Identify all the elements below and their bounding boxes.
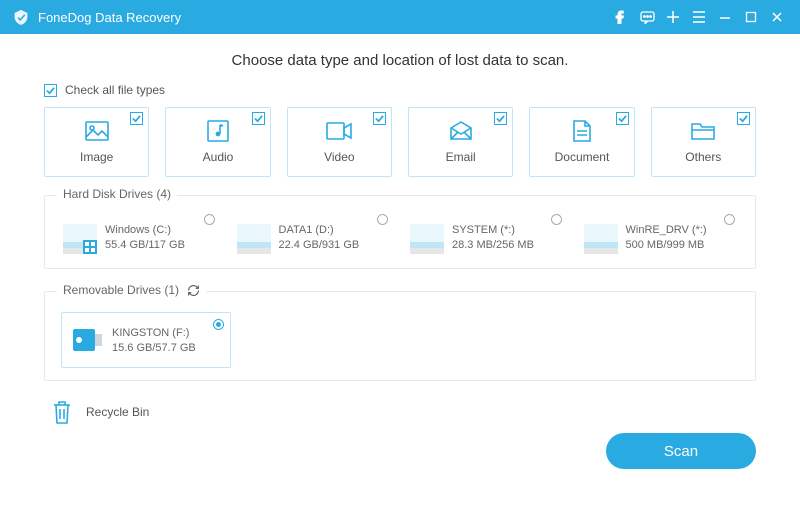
drive-name: DATA1 (D:)	[279, 224, 360, 236]
filetype-label: Email	[446, 150, 476, 164]
feedback-icon[interactable]	[634, 0, 660, 34]
recycle-bin-icon	[48, 397, 76, 427]
filetype-others[interactable]: Others	[651, 107, 756, 177]
drive-name: KINGSTON (F:)	[112, 327, 196, 339]
image-icon	[84, 120, 110, 142]
radio-icon[interactable]	[204, 214, 215, 225]
filetype-label: Audio	[203, 150, 234, 164]
drive-size: 28.3 MB/256 MB	[452, 239, 534, 251]
drive-name: Windows (C:)	[105, 224, 185, 236]
drive-size: 22.4 GB/931 GB	[279, 239, 360, 251]
drive-icon	[237, 220, 271, 254]
filetype-document[interactable]: Document	[529, 107, 634, 177]
checkbox-icon[interactable]	[130, 112, 143, 125]
app-logo-icon	[12, 8, 30, 26]
app-title: FoneDog Data Recovery	[38, 10, 608, 25]
checkbox-icon[interactable]	[373, 112, 386, 125]
filetype-label: Others	[685, 150, 721, 164]
drive-icon	[584, 220, 618, 254]
checkbox-icon[interactable]	[616, 112, 629, 125]
check-all-filetypes[interactable]: Check all file types	[44, 83, 756, 97]
scan-button[interactable]: Scan	[606, 433, 756, 469]
radio-icon[interactable]	[377, 214, 388, 225]
radio-icon[interactable]	[213, 319, 224, 330]
drive-item[interactable]: SYSTEM (*:) 28.3 MB/256 MB	[408, 216, 566, 256]
hard-disk-drives: Windows (C:) 55.4 GB/117 GB DATA1 (D:) 22.4…	[61, 216, 739, 256]
windows-badge-icon	[83, 240, 97, 254]
page-title: Choose data type and location of lost da…	[44, 52, 756, 69]
email-icon	[448, 120, 474, 142]
removable-title: Removable Drives (1)	[63, 283, 179, 297]
refresh-icon[interactable]	[187, 284, 200, 297]
drive-size: 15.6 GB/57.7 GB	[112, 342, 196, 354]
facebook-icon[interactable]	[608, 0, 634, 34]
drive-size: 500 MB/999 MB	[626, 239, 707, 251]
drive-item[interactable]: Windows (C:) 55.4 GB/117 GB	[61, 216, 219, 256]
filetype-row: Image Audio Video Email Document Others	[44, 107, 756, 177]
filetype-audio[interactable]: Audio	[165, 107, 270, 177]
recycle-bin-label: Recycle Bin	[86, 405, 149, 419]
drive-item[interactable]: WinRE_DRV (*:) 500 MB/999 MB	[582, 216, 740, 256]
checkbox-icon[interactable]	[44, 84, 57, 97]
drive-name: WinRE_DRV (*:)	[626, 224, 707, 236]
minimize-button[interactable]	[712, 0, 738, 34]
maximize-button[interactable]	[738, 0, 764, 34]
document-icon	[569, 120, 595, 142]
hard-disk-title: Hard Disk Drives (4)	[63, 187, 171, 201]
drive-name: SYSTEM (*:)	[452, 224, 534, 236]
add-icon[interactable]	[660, 0, 686, 34]
radio-icon[interactable]	[551, 214, 562, 225]
filetype-label: Image	[80, 150, 113, 164]
hard-disk-section: Hard Disk Drives (4) Windows (C:)55.4 GB…	[44, 195, 756, 269]
recycle-bin-row[interactable]: Recycle Bin	[44, 397, 756, 427]
drive-size: 55.4 GB/117 GB	[105, 239, 185, 251]
menu-icon[interactable]	[686, 0, 712, 34]
drive-item[interactable]: DATA1 (D:) 22.4 GB/931 GB	[235, 216, 393, 256]
drive-icon	[410, 220, 444, 254]
filetype-image[interactable]: Image	[44, 107, 149, 177]
checkbox-icon[interactable]	[737, 112, 750, 125]
filetype-label: Video	[324, 150, 354, 164]
checkbox-icon[interactable]	[494, 112, 507, 125]
audio-icon	[205, 120, 231, 142]
filetype-video[interactable]: Video	[287, 107, 392, 177]
radio-icon[interactable]	[724, 214, 735, 225]
close-button[interactable]	[764, 0, 790, 34]
usb-icon	[70, 323, 104, 357]
checkbox-icon[interactable]	[252, 112, 265, 125]
removable-section: Removable Drives (1) KINGSTON (F:)15.6 G…	[44, 291, 756, 381]
filetype-email[interactable]: Email	[408, 107, 513, 177]
removable-drives: KINGSTON (F:) 15.6 GB/57.7 GB	[61, 312, 739, 368]
video-icon	[326, 120, 352, 142]
drive-icon	[63, 220, 97, 254]
check-all-label: Check all file types	[65, 83, 165, 97]
folder-icon	[690, 120, 716, 142]
removable-drive-item[interactable]: KINGSTON (F:) 15.6 GB/57.7 GB	[61, 312, 231, 368]
filetype-label: Document	[555, 150, 610, 164]
titlebar: FoneDog Data Recovery	[0, 0, 800, 34]
